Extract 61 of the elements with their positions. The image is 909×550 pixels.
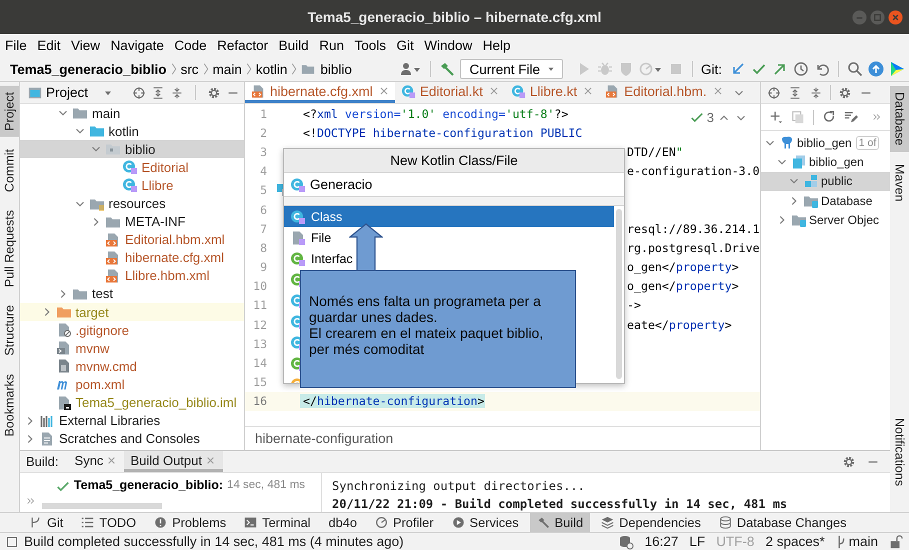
- line-number: 9: [259, 260, 267, 274]
- callout-text: Només ens falta un programeta per a guardar unes dades.: [309, 293, 542, 325]
- popup-title: New Kotlin Class/File: [284, 149, 624, 173]
- code-line: o_gen</property>: [627, 260, 739, 274]
- line-number: 4: [259, 164, 267, 178]
- tree-item-label: main: [92, 106, 120, 121]
- tree-item-label: test: [92, 286, 113, 302]
- build-duration: 14 sec, 481 ms: [227, 478, 306, 491]
- line-number: 7: [259, 222, 267, 236]
- line-number: 10: [252, 279, 267, 294]
- code-line: e-configuration-3.0: [627, 164, 760, 178]
- line-number: 15: [252, 375, 267, 390]
- tree-item-label: resources: [108, 196, 166, 212]
- tree-item-label: public: [821, 174, 852, 188]
- tree-item-label: pom.xml: [76, 376, 125, 392]
- tree-item-label: kotlin: [108, 124, 139, 139]
- panel-label: Build:: [26, 454, 59, 469]
- tree-item-label: biblio: [125, 142, 156, 157]
- count-badge: 1 of: [856, 136, 880, 150]
- tree-item-label: Server Objec: [809, 212, 880, 227]
- tree-item-label: hibernate.cfg.xml: [125, 250, 224, 266]
- code-line: ->: [627, 298, 641, 312]
- line-number: 5: [259, 183, 267, 198]
- tree-item-label: Database: [821, 194, 872, 208]
- tree-item-label: Editorial.hbm.xml: [125, 232, 225, 248]
- tree-item-label: .gitignore: [76, 322, 129, 338]
- line-number: 6: [259, 202, 267, 217]
- code-line: <?xml version='1.0' encoding='utf-8'?>: [302, 106, 568, 121]
- code-line: resql://89.36.214.1: [627, 222, 760, 236]
- tree-item-label: Scratches and Consoles: [59, 431, 200, 446]
- code-line: rg.postgresql.Drive: [627, 240, 760, 255]
- problem-count: 3: [706, 110, 714, 125]
- line-number: 13: [252, 336, 267, 351]
- line-number: 14: [252, 356, 267, 370]
- line-number: 1: [259, 106, 267, 121]
- code-line: eate</property>: [627, 318, 732, 332]
- line-number: 3: [259, 144, 267, 159]
- line-number: 8: [259, 240, 267, 255]
- line-number: 12: [252, 318, 267, 332]
- code-line: <!DOCTYPE hibernate-configuration PUBLIC: [302, 126, 582, 140]
- code-line: DTD//EN": [627, 144, 683, 159]
- window-title: Tema5_generacio_biblio – hibernate.cfg.xml: [308, 9, 602, 25]
- console-line: Synchronizing output directories...: [332, 478, 586, 495]
- line-number: 11: [252, 298, 267, 312]
- tree-item-label: External Libraries: [59, 413, 160, 428]
- status-message: Build completed successfully in 14 sec, 481 ms (4 minutes ago): [24, 534, 404, 549]
- tree-item-label: Llibre: [142, 178, 174, 193]
- tree-item-label: biblio_gen: [797, 136, 852, 150]
- tree-item-label: Llibre.hbm.xml: [125, 268, 210, 284]
- tree-item-label: mvnw: [76, 340, 110, 356]
- tree-item-label: Tema5_generacio_biblio.iml: [76, 395, 237, 410]
- console-line: 20/11/22 21:09 - Build completed successfully in 14 sec, 481 ms: [332, 496, 788, 512]
- tree-item-label: Editorial: [142, 160, 188, 175]
- tree-item-label: target: [76, 304, 109, 320]
- line-number: 2: [259, 126, 267, 140]
- tree-item-label: mvnw.cmd: [76, 358, 137, 374]
- callout-text: El crearem en el mateix paquet biblio, per més comoditat: [309, 325, 544, 357]
- tree-item-label: META-INF: [125, 214, 186, 230]
- code-line: o_gen</property>: [627, 279, 739, 294]
- tree-item-label: biblio_gen: [809, 154, 864, 169]
- git-label: Git:: [700, 62, 722, 76]
